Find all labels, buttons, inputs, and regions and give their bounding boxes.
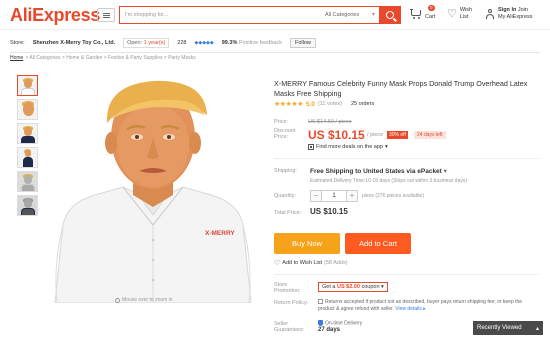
account-link[interactable]: Sign In Join My AliExpress [485,7,533,21]
category-select[interactable]: All Categories ▾ [319,6,379,24]
feedback-percent: 99.3% Positive feedback [221,40,282,46]
discount-price-label: Discount Price: [274,128,296,140]
rating-row: ★★★★★ 5.0 (11 votes) 25 orders [274,100,375,109]
chevron-down-icon: ▾ [443,168,447,175]
shield-icon [318,320,323,326]
breadcrumb: Home > All Categories > Home & Garden > … [10,55,196,61]
store-score: 228 [177,40,187,46]
follow-button[interactable]: Follow [289,38,316,48]
thumbnail-4[interactable] [17,147,38,168]
thumbnail-2[interactable] [17,99,38,120]
quantity-available: piece (276 pieces available) [362,193,424,199]
recently-viewed-button[interactable]: Recently Viewed ▴ [473,321,543,335]
original-price: US $14.50 / piece [308,119,352,125]
search-icon [386,11,394,19]
chevron-up-icon: ▴ [535,325,539,332]
delivery-estimate: Estimated Delivery Time:10-15 days (Ship… [310,178,468,184]
buy-now-button[interactable]: Buy Now [274,233,340,254]
cart-count-badge: 0 [428,5,435,11]
shirt-brand-text: X-MERRY [205,230,235,237]
user-icon [485,9,495,19]
return-policy-label: Return Policy: [274,300,309,306]
breadcrumb-path[interactable]: > All Categories > Home & Garden > Festi… [25,55,195,61]
discount-badge: 30% off [387,131,408,139]
thumbnail-3[interactable] [17,123,38,144]
rating-score: 5.0 [305,100,315,108]
divider [274,274,539,275]
total-price: US $10.15 [310,207,348,216]
sign-in-link[interactable]: Sign In [498,7,516,13]
return-icon [318,299,323,305]
thumbnail-6[interactable] [17,195,38,216]
order-count: 25 orders [350,101,375,107]
price-unit: / piece [367,132,384,138]
store-name-link[interactable]: Shenzhen X-Merry Toy Co., Ltd. [33,40,115,46]
quantity-decrease-button[interactable]: − [310,190,322,202]
thumbnail-1[interactable] [17,75,38,96]
top-header: AliExpress I'm shopping for... All Categ… [0,0,550,30]
app-deals-link[interactable]: Find more deals on the app ▾ [308,144,388,150]
zoom-hint: Mouse over to zoom in [115,297,173,303]
thumbnail-list [17,75,39,216]
store-promotion-label: Store Promotion: [274,282,301,294]
quantity-increase-button[interactable]: + [346,190,358,202]
join-link[interactable]: Join [518,7,528,13]
seller-guarantees-label: Seller Guarantees: [274,321,305,333]
seller-guarantee: On-time Delivery 27 days [318,320,363,334]
divider [10,52,540,53]
discount-price: US $10.15 [308,128,365,142]
store-open-duration: Open: 1 year(s) [123,38,170,48]
category-menu-button[interactable] [97,8,115,22]
hamburger-icon [102,12,110,18]
shipping-method-select[interactable]: Free Shipping to United States via ePack… [310,167,447,175]
quantity-label: Quantity: [274,193,297,199]
store-bar: Store: Shenzhen X-Merry Toy Co., Ltd. Op… [0,36,550,50]
view-details-link[interactable]: View details [395,306,422,312]
total-price-label: Total Price: [274,210,302,216]
product-photo: X-MERRY [54,80,252,303]
add-to-wish-list-link[interactable]: ♡ Add to Wish List (58 Adds) [274,259,348,267]
search-button[interactable] [379,6,401,24]
shipping-label: Shipping: [274,168,297,174]
time-left-badge: 24 days left [414,131,446,139]
product-title: X-MERRY Famous Celebrity Funny Mask Prop… [274,79,528,98]
store-rank-diamonds-icon: ◆◆◆◆◆ [194,40,214,46]
qr-code-icon [308,144,314,150]
zoom-icon [115,297,120,303]
chevron-down-icon: ▾ [381,284,384,290]
return-policy-text: Returns accepted if product not as descr… [318,299,523,312]
price-label: Price: [274,119,289,125]
store-label: Store: [10,40,25,46]
add-to-cart-button[interactable]: Add to Cart [345,233,411,254]
wish-list-link[interactable]: ♡ Wish List [447,7,472,21]
search-input[interactable]: I'm shopping for... [119,6,319,24]
thumbnail-5[interactable] [17,171,38,192]
main-product-image[interactable]: X-MERRY [45,75,260,303]
quantity-stepper: − 1 + [310,190,358,202]
star-rating-icon[interactable]: ★★★★★ [274,100,303,108]
aliexpress-logo[interactable]: AliExpress [10,5,100,26]
heart-icon: ♡ [274,260,281,267]
quantity-input[interactable]: 1 [322,190,346,202]
store-coupon-button[interactable]: Get a US $2.00 coupon ▾ [318,282,388,292]
breadcrumb-home-link[interactable]: Home [10,55,23,61]
rating-votes-link[interactable]: (11 votes) [318,101,342,107]
divider [274,158,539,159]
cart-icon [410,9,422,19]
chevron-down-icon: ▾ [371,12,375,18]
heart-icon: ♡ [447,7,457,20]
